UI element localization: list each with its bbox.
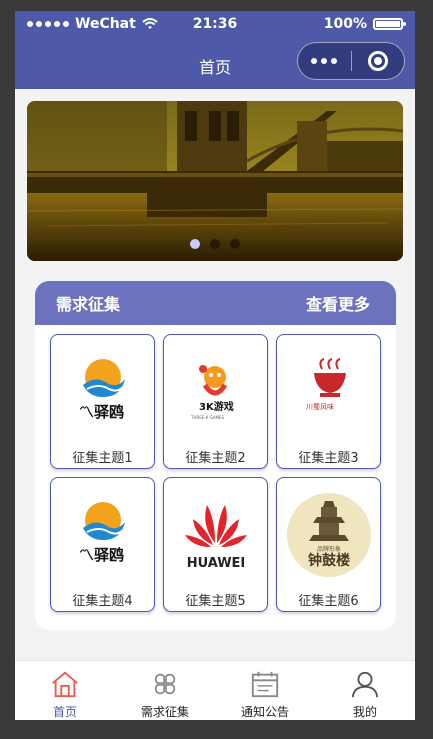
clover-icon [154, 673, 176, 695]
svg-text:〽驿鸥: 〽驿鸥 [79, 403, 124, 421]
3k-games-logo: 3K游戏 THREE-K GAMES [164, 339, 267, 444]
topic-label: 征集主题4 [72, 594, 133, 609]
tab-demand[interactable]: 需求征集 [115, 661, 215, 720]
battery-icon [373, 18, 406, 30]
menu-capsule [297, 42, 405, 80]
topic-item[interactable]: 〽驿鸥 征集主题4 [50, 477, 155, 612]
topic-label: 征集主题3 [298, 451, 359, 466]
topic-label: 征集主题5 [185, 594, 246, 609]
huawei-logo: HUAWEI [164, 482, 267, 587]
tab-label: 需求征集 [140, 705, 189, 719]
more-dots-icon[interactable] [298, 43, 351, 79]
svg-text:3K游戏: 3K游戏 [199, 400, 234, 413]
yiyiou-logo-text: 驿鸥 [94, 546, 124, 564]
home-icon [52, 671, 78, 698]
topic-item[interactable]: 川蜀风味 征集主题3 [276, 334, 381, 469]
nav-bar: 首页 [15, 39, 415, 89]
carousel-indicators [27, 239, 403, 249]
topic-grid: 〽驿鸥 征集主题1 3K游戏 THREE-K GAMES 征集主题2 川蜀风味 … [50, 334, 381, 612]
belltower-logo-subtext: 品牌形象 [316, 545, 340, 553]
user-icon [351, 671, 379, 698]
tab-bar: 首页 需求征集 通知公告 我的 [15, 660, 415, 720]
threek-logo-text: 游戏 [213, 400, 233, 413]
topic-item[interactable]: 〽驿鸥 征集主题1 [50, 334, 155, 469]
card-header: 需求征集 查看更多 [35, 281, 396, 325]
svg-text:〽驿鸥: 〽驿鸥 [79, 546, 124, 564]
status-bar: WeChat 21:36 100% [15, 11, 415, 39]
threek-logo-subtext: THREE-K GAMES [190, 415, 224, 420]
topic-label: 征集主题2 [185, 451, 246, 466]
topic-item[interactable]: HUAWEI 征集主题5 [163, 477, 268, 612]
tab-label: 我的 [352, 705, 377, 719]
restaurant-logo-text: 川蜀风味 [306, 402, 334, 411]
phone-screen: WeChat 21:36 100% 首页 需求征集 查看更多 〽驿鸥 征集主题1… [15, 11, 415, 720]
yiyiou-logo-text: 驿鸥 [94, 403, 124, 421]
bell-tower-logo: 品牌形象 钟鼓楼 [277, 482, 380, 587]
indicator-dot[interactable] [190, 239, 200, 249]
tab-label: 通知公告 [240, 705, 289, 719]
indicator-dot[interactable] [210, 239, 220, 249]
huawei-logo-text: HUAWEI [186, 556, 245, 571]
topic-label: 征集主题6 [298, 594, 359, 609]
section-title: 需求征集 [56, 295, 121, 314]
tab-notice[interactable]: 通知公告 [215, 661, 315, 720]
battery-percent: 100% [323, 16, 367, 32]
yi-yi-ou-logo: 〽驿鸥 [51, 482, 154, 587]
close-button[interactable] [352, 43, 405, 79]
demand-collection-card: 需求征集 查看更多 〽驿鸥 征集主题1 3K游戏 THREE-K GAMES 征… [35, 281, 396, 630]
topic-item[interactable]: 品牌形象 钟鼓楼 征集主题6 [276, 477, 381, 612]
tab-label: 首页 [52, 705, 77, 719]
topic-label: 征集主题1 [72, 451, 133, 466]
target-close-icon [367, 51, 388, 71]
topic-item[interactable]: 3K游戏 THREE-K GAMES 征集主题2 [163, 334, 268, 469]
restaurant-logo: 川蜀风味 [277, 339, 380, 444]
banner-carousel[interactable] [27, 101, 403, 261]
tab-mine[interactable]: 我的 [315, 661, 415, 720]
belltower-logo-text: 钟鼓楼 [308, 552, 350, 569]
banner-image [27, 101, 403, 261]
calendar-icon [251, 671, 279, 698]
status-right: 100% [323, 16, 406, 32]
indicator-dot[interactable] [230, 239, 240, 249]
view-more-link[interactable]: 查看更多 [306, 291, 370, 315]
tab-home[interactable]: 首页 [15, 661, 115, 720]
yi-yi-ou-logo: 〽驿鸥 [51, 339, 154, 444]
